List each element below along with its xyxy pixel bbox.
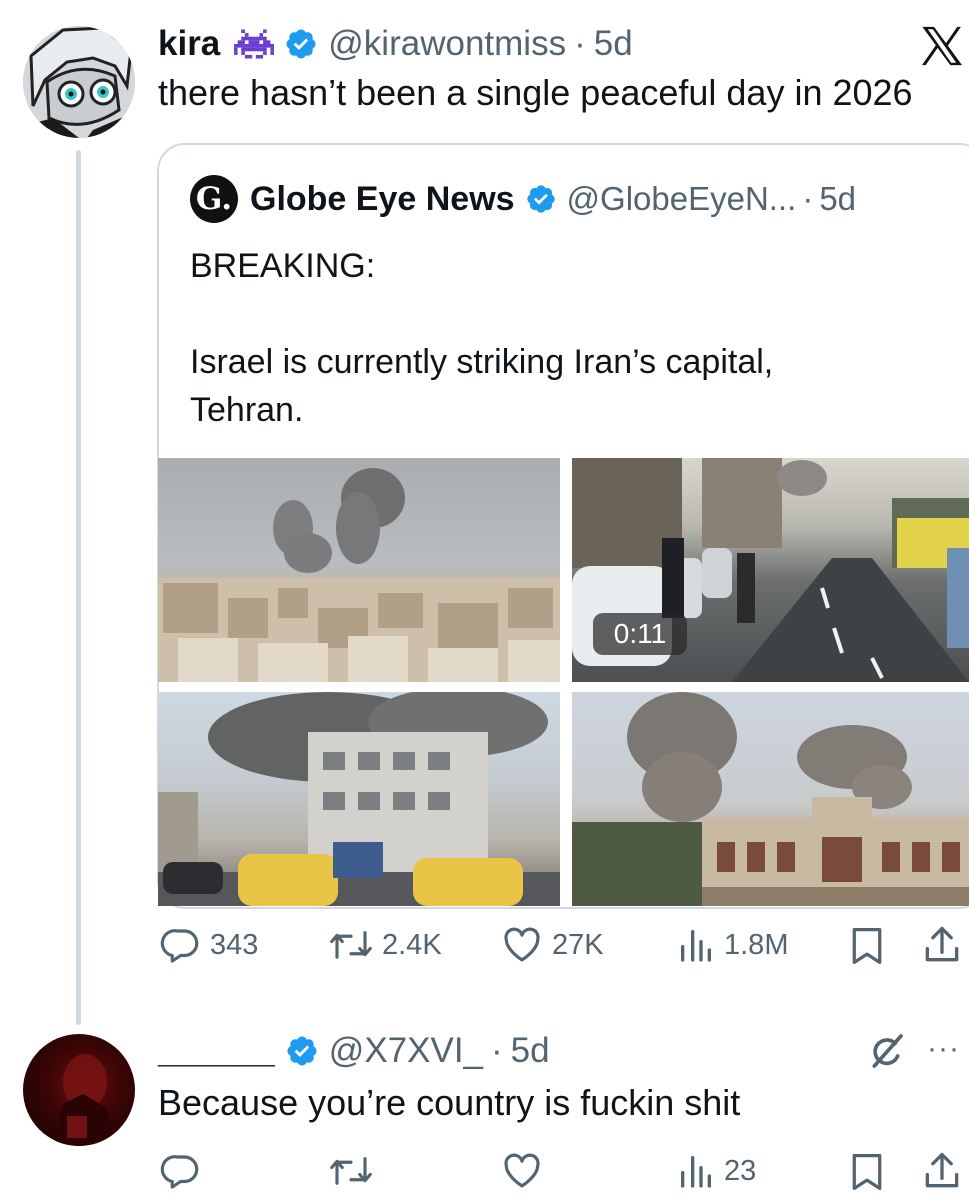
reply-text: Because you’re country is fuckin shit bbox=[158, 1082, 741, 1123]
views-button[interactable]: 1.8M bbox=[676, 924, 788, 966]
separator-dot: · bbox=[574, 24, 586, 63]
views-count: 1.8M bbox=[724, 928, 789, 961]
author-handle[interactable]: @kirawontmiss bbox=[328, 24, 566, 64]
reply-share-button[interactable] bbox=[920, 1148, 964, 1194]
reply-author-avatar[interactable] bbox=[23, 1034, 135, 1146]
share-button[interactable] bbox=[920, 922, 964, 968]
reply-button[interactable]: 343 bbox=[160, 924, 258, 966]
quoted-author-handle[interactable]: @GlobeEyeN... bbox=[567, 180, 797, 218]
tweet-time[interactable]: 5d bbox=[594, 24, 633, 64]
verified-badge-icon bbox=[286, 29, 316, 59]
bookmark-button[interactable] bbox=[848, 926, 886, 966]
thread-line bbox=[76, 150, 81, 1025]
author-name[interactable]: kira bbox=[158, 24, 220, 64]
share-icon bbox=[925, 926, 959, 962]
reply-bookmark-button[interactable] bbox=[848, 1152, 886, 1192]
media-photo-skyline-smoke[interactable] bbox=[158, 458, 560, 682]
views-chart-icon bbox=[681, 930, 711, 962]
video-duration-badge: 0:11 bbox=[593, 613, 687, 655]
alien-monster-icon bbox=[234, 29, 275, 59]
media-photo-street-smoke[interactable] bbox=[158, 692, 560, 906]
views-chart-icon bbox=[681, 1156, 711, 1188]
reply-views-button[interactable]: 23 bbox=[676, 1150, 756, 1192]
repost-icon bbox=[330, 1157, 372, 1185]
tweet-text: there hasn’t been a single peaceful day … bbox=[158, 72, 913, 113]
reply-count: 343 bbox=[210, 928, 259, 961]
reply-reply-button[interactable] bbox=[160, 1150, 202, 1192]
reply-icon bbox=[160, 1155, 199, 1189]
bookmark-icon bbox=[852, 1154, 882, 1190]
quoted-text-line-3: Tehran. bbox=[190, 391, 304, 429]
separator-dot: · bbox=[802, 180, 814, 217]
reply-icon bbox=[160, 929, 199, 963]
heart-icon bbox=[504, 927, 540, 962]
reply-views-count: 23 bbox=[724, 1154, 757, 1187]
grok-icon[interactable] bbox=[866, 1031, 906, 1071]
separator-dot: · bbox=[491, 1031, 503, 1070]
reply-author-name[interactable]: ______ bbox=[158, 1031, 275, 1071]
kira-avatar[interactable] bbox=[23, 26, 135, 138]
quoted-text-line-2: Israel is currently striking Iran’s capi… bbox=[190, 343, 774, 381]
repost-count: 2.4K bbox=[382, 928, 442, 961]
repost-icon bbox=[330, 931, 372, 959]
quoted-tweet-time[interactable]: 5d bbox=[819, 180, 856, 218]
reply-like-button[interactable] bbox=[500, 1150, 544, 1192]
reply-repost-button[interactable] bbox=[328, 1150, 374, 1192]
reply-header: ______ @X7XVI_ · 5d bbox=[158, 1029, 550, 1073]
quoted-tweet-header: G. Globe Eye News @GlobeEyeN... · 5d bbox=[190, 175, 856, 223]
quoted-author-name[interactable]: Globe Eye News bbox=[250, 180, 515, 219]
repost-button[interactable]: 2.4K bbox=[328, 924, 442, 966]
verified-badge-icon bbox=[526, 185, 555, 213]
share-icon bbox=[925, 1152, 959, 1188]
verified-badge-icon bbox=[287, 1036, 317, 1066]
heart-icon bbox=[504, 1153, 540, 1188]
quoted-text-line-1: BREAKING: bbox=[190, 247, 376, 285]
reply-time[interactable]: 5d bbox=[511, 1031, 550, 1071]
more-options-icon[interactable]: ··· bbox=[927, 1034, 960, 1064]
media-photo-building-smoke[interactable] bbox=[572, 692, 969, 906]
x-logo-icon bbox=[922, 26, 962, 66]
bookmark-icon bbox=[852, 928, 882, 964]
reply-author-handle[interactable]: @X7XVI_ bbox=[329, 1031, 483, 1071]
tweet-header: kira @kirawontmiss · 5d bbox=[158, 22, 633, 66]
like-count: 27K bbox=[552, 928, 604, 961]
globe-eye-logo: G. bbox=[190, 175, 238, 223]
like-button[interactable]: 27K bbox=[500, 924, 604, 966]
